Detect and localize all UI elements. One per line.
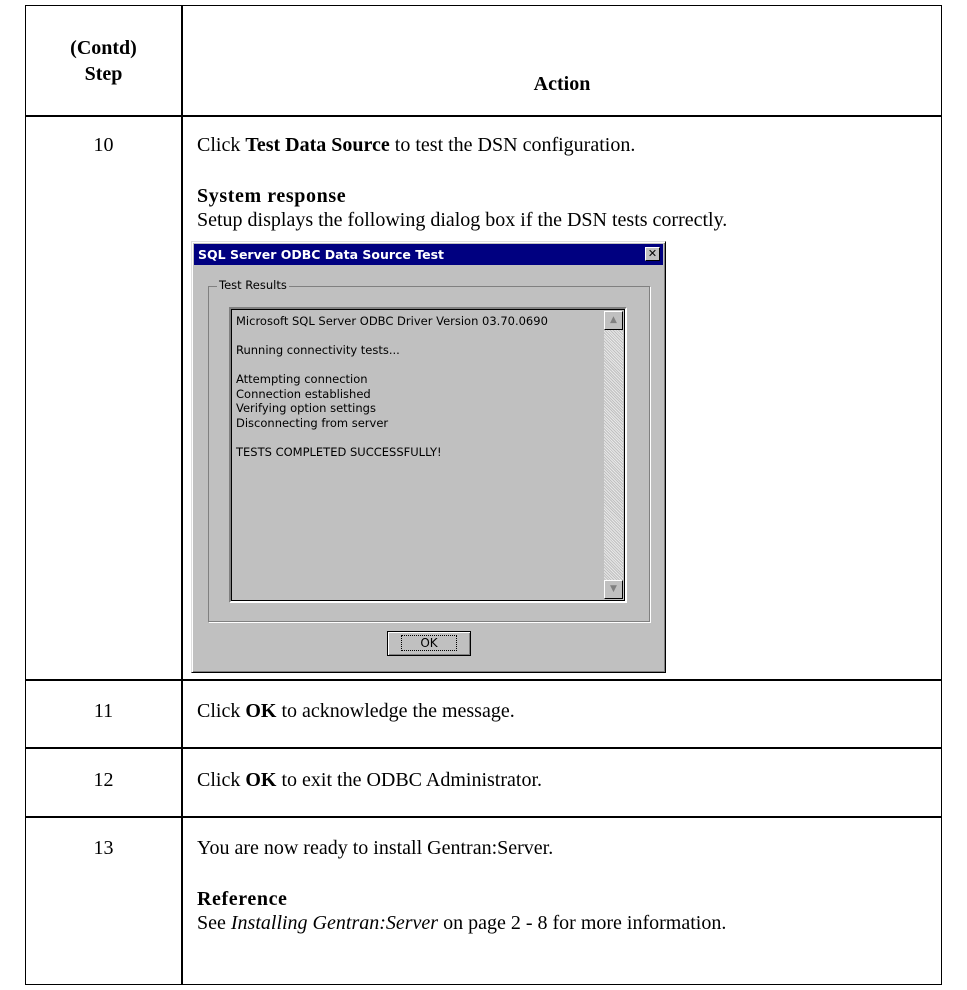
- row-divider: [26, 816, 941, 818]
- reference-text: See Installing Gentran:Server on page 2 …: [197, 912, 726, 935]
- row-divider: [26, 747, 941, 749]
- step-instruction: Click Test Data Source to test the DSN c…: [197, 134, 635, 157]
- step-instruction: You are now ready to install Gentran:Ser…: [197, 837, 554, 859]
- instruction-text: Click: [197, 700, 246, 722]
- reference-link-title: Installing Gentran:Server: [230, 912, 439, 934]
- ok-button[interactable]: OK: [387, 631, 471, 656]
- reference-post: on page 2 - 8 for more information.: [438, 912, 727, 934]
- subheading-text: Setup displays the following dialog box …: [197, 209, 728, 231]
- vertical-scrollbar[interactable]: ▲ ▼: [604, 311, 623, 599]
- step-number: 11: [93, 700, 114, 722]
- result-line: [236, 430, 548, 445]
- instruction-bold: OK: [245, 700, 277, 722]
- subheading: Reference: [197, 888, 288, 910]
- close-icon[interactable]: ✕: [645, 247, 660, 261]
- instruction-text: Click: [197, 769, 246, 791]
- scroll-up-icon[interactable]: ▲: [604, 311, 623, 330]
- test-results-group: Test Results Microsoft SQL Server ODBC D…: [208, 278, 650, 622]
- results-text: Microsoft SQL Server ODBC Driver Version…: [236, 314, 548, 459]
- dialog-title: SQL Server ODBC Data Source Test: [198, 247, 445, 262]
- instruction-table: (Contd) Step Action 10 Click Test Data S…: [25, 5, 942, 985]
- result-line: Connection established: [236, 386, 371, 401]
- step-number: 10: [93, 134, 114, 156]
- result-line: Attempting connection: [236, 372, 368, 386]
- row-divider: [26, 679, 941, 681]
- subheading: System response: [197, 185, 347, 207]
- instruction-bold: OK: [245, 769, 277, 791]
- result-line: [236, 358, 548, 373]
- scroll-down-icon[interactable]: ▼: [604, 580, 623, 599]
- step-number: 12: [93, 769, 114, 791]
- group-label: Test Results: [217, 278, 289, 292]
- column-divider: [181, 6, 183, 984]
- results-textarea[interactable]: Microsoft SQL Server ODBC Driver Version…: [229, 307, 627, 603]
- step-column-header: (Contd) Step: [26, 6, 181, 116]
- instruction-bold: Test Data Source: [245, 134, 390, 156]
- result-line: Disconnecting from server: [236, 415, 389, 430]
- instruction-text: to exit the ODBC Administrator.: [276, 769, 543, 791]
- ok-button-label: OK: [401, 635, 457, 651]
- instruction-text: to acknowledge the message.: [276, 700, 515, 722]
- step-number: 13: [93, 837, 114, 859]
- step-instruction: Click OK to acknowledge the message.: [197, 700, 515, 723]
- instruction-text: Click: [197, 134, 246, 156]
- result-line: Microsoft SQL Server ODBC Driver Version…: [236, 314, 548, 328]
- result-line: Running connectivity tests...: [236, 343, 400, 357]
- step-header-line1: (Contd): [70, 37, 137, 59]
- step-instruction: Click OK to exit the ODBC Administrator.: [197, 769, 542, 792]
- action-column-header: Action: [533, 73, 591, 95]
- reference-pre: See: [197, 912, 231, 934]
- result-line: [236, 329, 548, 344]
- result-line: TESTS COMPLETED SUCCESSFULLY!: [236, 444, 442, 459]
- dialog-titlebar: SQL Server ODBC Data Source Test ✕: [194, 244, 663, 265]
- instruction-text: to test the DSN configuration.: [389, 134, 636, 156]
- step-header-line2: Step: [84, 63, 123, 85]
- odbc-test-dialog: SQL Server ODBC Data Source Test ✕ Test …: [191, 241, 666, 673]
- result-line: Verifying option settings: [236, 401, 376, 415]
